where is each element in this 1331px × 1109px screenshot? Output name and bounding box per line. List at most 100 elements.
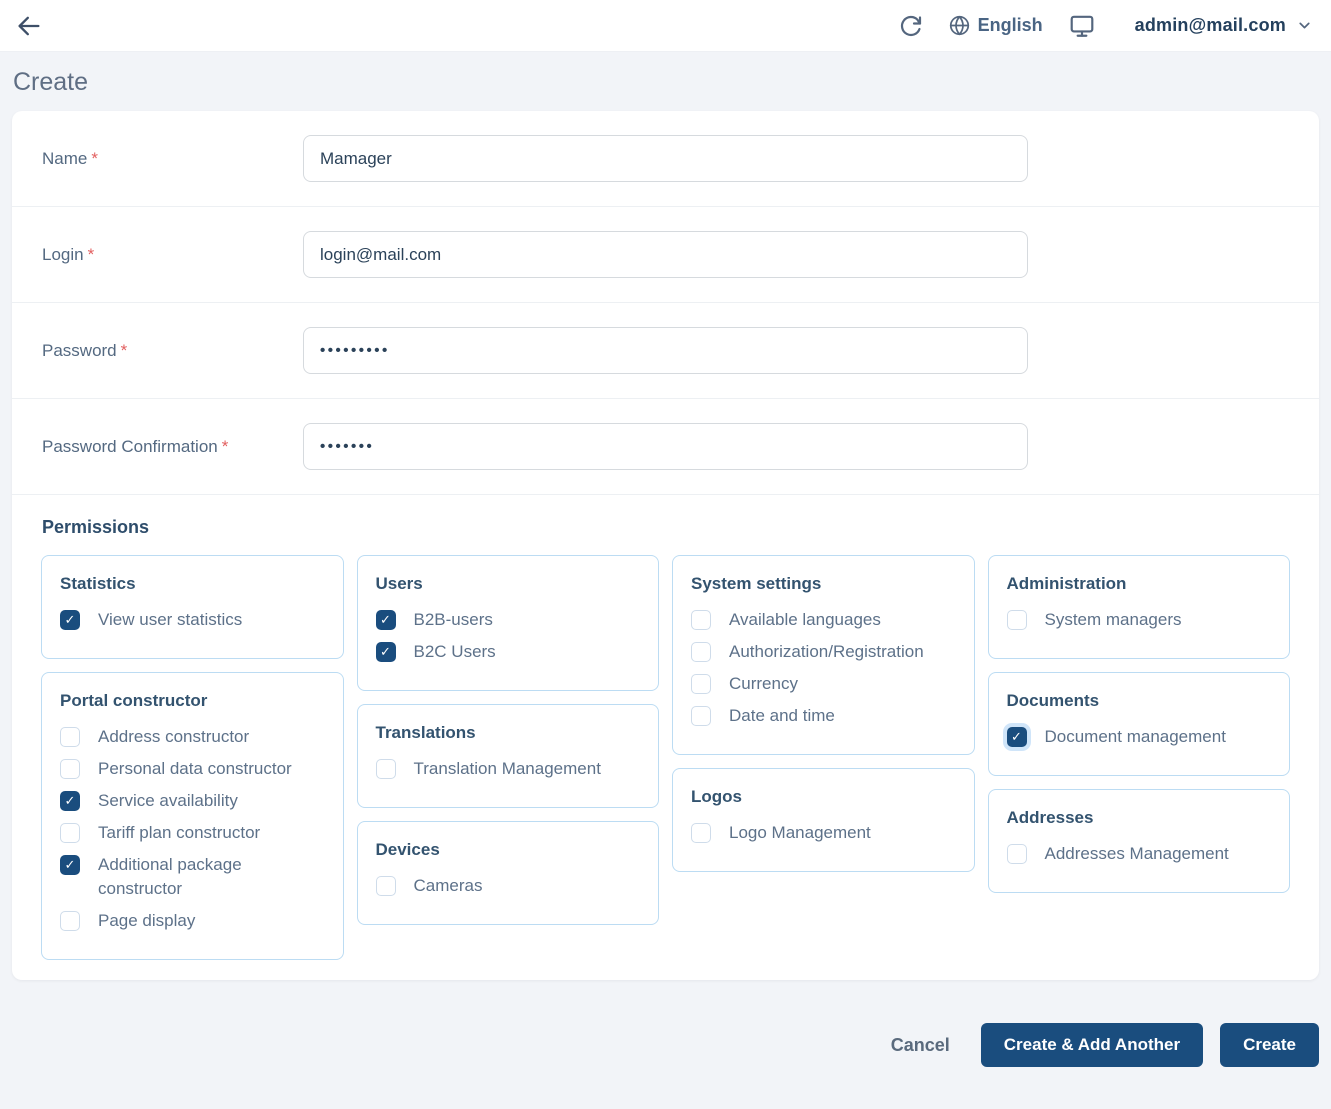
- display-button[interactable]: [1069, 13, 1095, 39]
- checkbox-icon[interactable]: [60, 759, 80, 779]
- permission-checkbox-row[interactable]: Translation Management: [376, 753, 641, 785]
- name-input[interactable]: [303, 135, 1028, 182]
- permission-card: Translations Translation Management: [357, 704, 660, 808]
- password-label: Password*: [42, 341, 303, 361]
- permission-card-title: Devices: [376, 840, 641, 860]
- permission-card-items: Addresses Management: [1007, 838, 1272, 870]
- checkbox-icon[interactable]: [60, 823, 80, 843]
- permission-checkbox-label: Authorization/Registration: [729, 640, 924, 664]
- permission-checkbox-label: Additional package constructor: [98, 853, 325, 901]
- permission-checkbox-row[interactable]: Address constructor: [60, 721, 325, 753]
- form-row-password-confirmation: Password Confirmation*: [12, 399, 1319, 495]
- permission-checkbox-label: Available languages: [729, 608, 881, 632]
- permission-checkbox-label: Date and time: [729, 704, 835, 728]
- permission-checkbox-label: Addresses Management: [1045, 842, 1229, 866]
- refresh-button[interactable]: [899, 14, 923, 38]
- permission-checkbox-row[interactable]: System managers: [1007, 604, 1272, 636]
- monitor-icon: [1069, 13, 1095, 39]
- checkbox-icon[interactable]: [376, 642, 396, 662]
- permission-card: Logos Logo Management: [672, 768, 975, 872]
- permission-checkbox-row[interactable]: Page display: [60, 905, 325, 937]
- permission-card-title: Logos: [691, 787, 956, 807]
- form-row-name: Name*: [12, 111, 1319, 207]
- checkbox-icon[interactable]: [691, 610, 711, 630]
- permission-checkbox-row[interactable]: Logo Management: [691, 817, 956, 849]
- permission-checkbox-row[interactable]: Available languages: [691, 604, 956, 636]
- permission-card: Portal constructor Address constructor P…: [41, 672, 344, 960]
- permission-card: Devices Cameras: [357, 821, 660, 925]
- checkbox-icon[interactable]: [691, 674, 711, 694]
- checkbox-icon[interactable]: [1007, 844, 1027, 864]
- permission-checkbox-row[interactable]: Additional package constructor: [60, 849, 325, 905]
- permission-card-title: Addresses: [1007, 808, 1272, 828]
- checkbox-icon[interactable]: [1007, 727, 1027, 747]
- arrow-left-icon: [15, 12, 43, 40]
- permission-checkbox-label: View user statistics: [98, 608, 242, 632]
- checkbox-icon[interactable]: [691, 706, 711, 726]
- required-asterisk: *: [222, 437, 229, 456]
- checkbox-icon[interactable]: [376, 759, 396, 779]
- login-label: Login*: [42, 245, 303, 265]
- permission-card-title: Translations: [376, 723, 641, 743]
- permission-checkbox-row[interactable]: Date and time: [691, 700, 956, 732]
- permission-card-items: Cameras: [376, 870, 641, 902]
- permission-checkbox-row[interactable]: Currency: [691, 668, 956, 700]
- checkbox-icon[interactable]: [60, 911, 80, 931]
- language-switcher[interactable]: English: [949, 15, 1043, 36]
- permission-card-items: B2B-users B2C Users: [376, 604, 641, 668]
- account-menu[interactable]: admin@mail.com: [1135, 15, 1313, 36]
- checkbox-icon[interactable]: [60, 610, 80, 630]
- password-input[interactable]: [303, 327, 1028, 374]
- permission-card-title: Portal constructor: [60, 691, 325, 711]
- permission-checkbox-row[interactable]: Cameras: [376, 870, 641, 902]
- back-button[interactable]: [14, 11, 44, 41]
- checkbox-icon[interactable]: [60, 791, 80, 811]
- login-input[interactable]: [303, 231, 1028, 278]
- permission-card-items: Document management: [1007, 721, 1272, 753]
- required-asterisk: *: [91, 149, 98, 168]
- form-row-password: Password*: [12, 303, 1319, 399]
- password-confirmation-label: Password Confirmation*: [42, 437, 303, 457]
- globe-icon: [949, 15, 970, 36]
- refresh-icon: [899, 14, 923, 38]
- permissions-grid: Statistics View user statistics Portal c…: [12, 555, 1319, 960]
- create-button[interactable]: Create: [1220, 1023, 1319, 1067]
- password-confirmation-input[interactable]: [303, 423, 1028, 470]
- checkbox-icon[interactable]: [60, 727, 80, 747]
- permission-checkbox-label: Personal data constructor: [98, 757, 292, 781]
- checkbox-icon[interactable]: [1007, 610, 1027, 630]
- permission-checkbox-row[interactable]: Personal data constructor: [60, 753, 325, 785]
- permission-checkbox-row[interactable]: Addresses Management: [1007, 838, 1272, 870]
- permission-checkbox-row[interactable]: Service availability: [60, 785, 325, 817]
- permission-checkbox-label: Document management: [1045, 725, 1226, 749]
- permission-checkbox-row[interactable]: B2C Users: [376, 636, 641, 668]
- permission-card: Statistics View user statistics: [41, 555, 344, 659]
- permission-checkbox-row[interactable]: Authorization/Registration: [691, 636, 956, 668]
- permission-checkbox-row[interactable]: Tariff plan constructor: [60, 817, 325, 849]
- permission-card-items: Address constructor Personal data constr…: [60, 721, 325, 937]
- required-asterisk: *: [121, 341, 128, 360]
- permission-checkbox-label: Currency: [729, 672, 798, 696]
- permission-card-title: Users: [376, 574, 641, 594]
- permission-card: Users B2B-users B2C Users: [357, 555, 660, 691]
- permission-card: Documents Document management: [988, 672, 1291, 776]
- permission-checkbox-label: Translation Management: [414, 757, 601, 781]
- checkbox-icon[interactable]: [60, 855, 80, 875]
- checkbox-icon[interactable]: [376, 876, 396, 896]
- permission-card-title: Administration: [1007, 574, 1272, 594]
- permission-checkbox-row[interactable]: B2B-users: [376, 604, 641, 636]
- permission-card: System settings Available languages Auth…: [672, 555, 975, 755]
- name-label: Name*: [42, 149, 303, 169]
- form-actions: Cancel Create & Add Another Create: [0, 980, 1331, 1067]
- permission-checkbox-row[interactable]: Document management: [1007, 721, 1272, 753]
- checkbox-icon[interactable]: [691, 823, 711, 843]
- permission-checkbox-label: Logo Management: [729, 821, 871, 845]
- permission-checkbox-label: System managers: [1045, 608, 1182, 632]
- permission-checkbox-row[interactable]: View user statistics: [60, 604, 325, 636]
- cancel-button[interactable]: Cancel: [891, 1035, 950, 1056]
- permission-card-items: View user statistics: [60, 604, 325, 636]
- checkbox-icon[interactable]: [691, 642, 711, 662]
- permission-card-items: Available languages Authorization/Regist…: [691, 604, 956, 732]
- create-add-another-button[interactable]: Create & Add Another: [981, 1023, 1203, 1067]
- checkbox-icon[interactable]: [376, 610, 396, 630]
